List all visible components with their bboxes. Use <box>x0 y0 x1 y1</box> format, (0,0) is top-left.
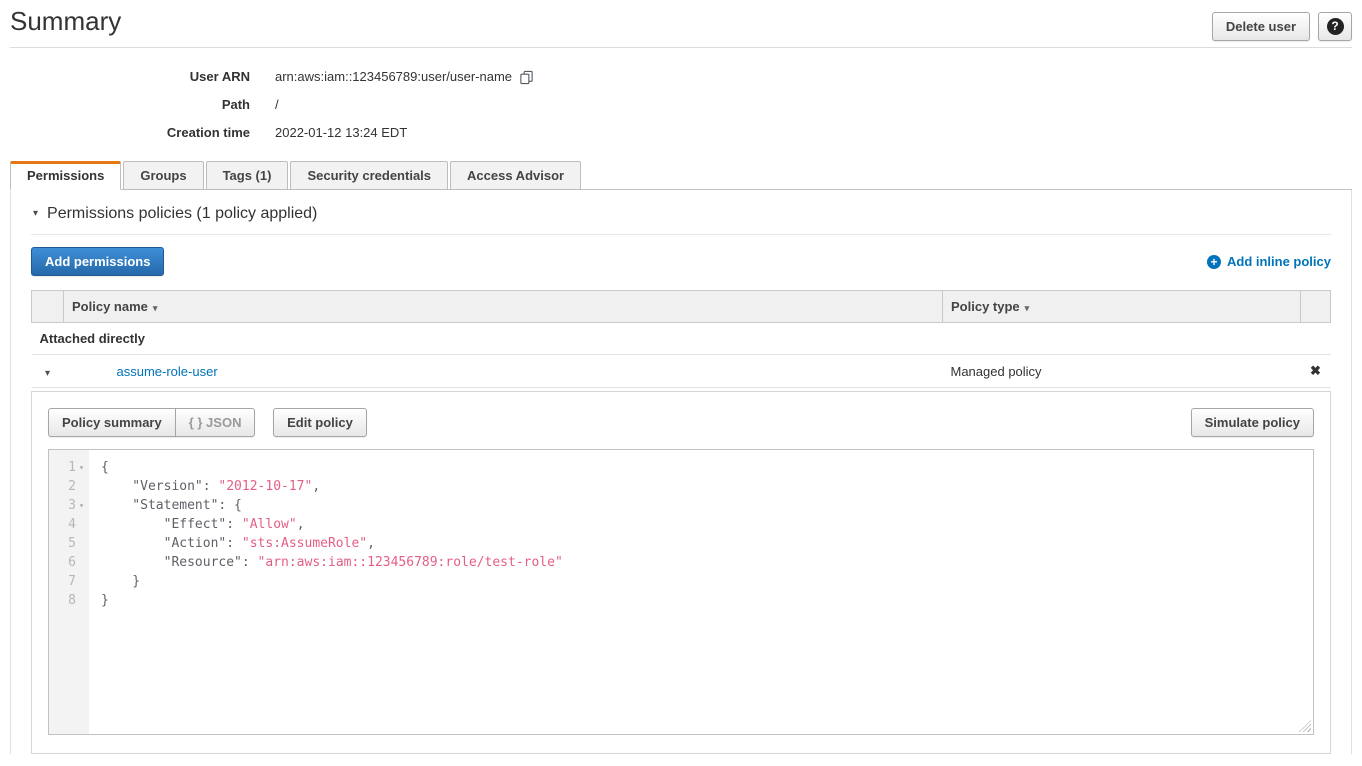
permissions-policies-heading: Permissions policies (1 policy applied) <box>47 205 317 223</box>
caret-down-icon: ▾ <box>45 368 50 379</box>
detail-row-user-arn: User ARN arn:aws:iam::123456789:user/use… <box>0 62 1362 90</box>
policy-table: Policy name▾ Policy type▾ Attached direc… <box>31 290 1331 388</box>
detail-row-path: Path / <box>0 90 1362 118</box>
policy-detail-toolbar: Policy summary { } JSON Edit policy Simu… <box>48 408 1314 437</box>
line-number: 3▾ <box>49 496 89 515</box>
policy-name-link[interactable]: assume-role-user <box>117 364 218 379</box>
row-expand-caret[interactable]: ▾ <box>32 355 64 388</box>
view-toggle-group: Policy summary { } JSON <box>48 408 255 437</box>
user-arn-label: User ARN <box>0 69 250 84</box>
page-title: Summary <box>10 6 121 37</box>
tab-access-advisor[interactable]: Access Advisor <box>450 161 581 190</box>
policy-name-column-header[interactable]: Policy name▾ <box>64 291 943 323</box>
add-inline-policy-link[interactable]: + Add inline policy <box>1207 254 1331 269</box>
path-value: / <box>275 97 279 112</box>
policy-type-column-header[interactable]: Policy type▾ <box>943 291 1301 323</box>
detach-policy-button[interactable]: ✖ <box>1301 355 1331 388</box>
editor-code-area[interactable]: { "Version": "2012-10-17", "Statement": … <box>89 450 1313 734</box>
section-collapse-caret-icon: ▾ <box>33 209 38 219</box>
copy-icon[interactable] <box>519 70 534 85</box>
editor-line-number-gutter: 1▾23▾45678 <box>49 450 89 734</box>
tab-permissions[interactable]: Permissions <box>10 161 121 190</box>
detail-row-creation-time: Creation time 2022-01-12 13:24 EDT <box>0 118 1362 146</box>
code-line: } <box>101 572 1313 591</box>
line-number: 6 <box>49 553 89 572</box>
policy-table-row: ▾ assume-role-user Managed policy ✖ <box>32 355 1331 388</box>
policy-detail-panel: Policy summary { } JSON Edit policy Simu… <box>31 391 1331 754</box>
add-inline-policy-label: Add inline policy <box>1227 254 1331 269</box>
simulate-policy-button[interactable]: Simulate policy <box>1191 408 1314 437</box>
policy-type-value: Managed policy <box>943 355 1301 388</box>
policy-table-header-row: Policy name▾ Policy type▾ <box>32 291 1331 323</box>
sort-caret-icon: ▾ <box>1025 303 1030 313</box>
line-number: 7 <box>49 572 89 591</box>
user-details: User ARN arn:aws:iam::123456789:user/use… <box>0 62 1362 146</box>
policy-actions-row: Add permissions + Add inline policy <box>31 247 1331 276</box>
code-line: "Effect": "Allow", <box>101 515 1313 534</box>
line-number: 2 <box>49 477 89 496</box>
user-arn-value: arn:aws:iam::123456789:user/user-name <box>275 69 512 84</box>
code-line: { <box>101 458 1313 477</box>
policy-summary-button[interactable]: Policy summary <box>48 408 176 437</box>
action-column-header <box>1301 291 1331 323</box>
delete-user-button[interactable]: Delete user <box>1212 12 1310 41</box>
creation-time-value: 2022-01-12 13:24 EDT <box>275 125 407 140</box>
line-number: 4 <box>49 515 89 534</box>
permissions-tab-panel: ▾ Permissions policies (1 policy applied… <box>10 190 1352 754</box>
help-icon: ? <box>1327 18 1344 35</box>
attached-directly-label: Attached directly <box>32 323 1331 355</box>
plus-icon: + <box>1207 255 1221 269</box>
fold-caret-icon[interactable]: ▾ <box>76 458 87 477</box>
json-policy-editor: 1▾23▾45678 { "Version": "2012-10-17", "S… <box>48 449 1314 735</box>
line-number: 1▾ <box>49 458 89 477</box>
sort-caret-icon: ▾ <box>153 303 158 313</box>
json-view-button[interactable]: { } JSON <box>175 408 256 437</box>
line-number: 5 <box>49 534 89 553</box>
permissions-policies-section-toggle[interactable]: ▾ Permissions policies (1 policy applied… <box>31 190 1331 235</box>
code-line: "Version": "2012-10-17", <box>101 477 1313 496</box>
code-line: "Statement": { <box>101 496 1313 515</box>
expand-column-header <box>32 291 64 323</box>
tab-groups[interactable]: Groups <box>123 161 203 190</box>
tab-security-credentials[interactable]: Security credentials <box>290 161 448 190</box>
edit-policy-button[interactable]: Edit policy <box>273 408 367 437</box>
tab-tags[interactable]: Tags (1) <box>206 161 289 190</box>
creation-time-label: Creation time <box>0 125 250 140</box>
fold-caret-icon[interactable]: ▾ <box>76 496 87 515</box>
help-button[interactable]: ? <box>1318 12 1352 41</box>
path-label: Path <box>0 97 250 112</box>
attached-directly-group-row: Attached directly <box>32 323 1331 355</box>
code-line: "Action": "sts:AssumeRole", <box>101 534 1313 553</box>
add-permissions-button[interactable]: Add permissions <box>31 247 164 276</box>
line-number: 8 <box>49 591 89 610</box>
tab-bar: Permissions Groups Tags (1) Security cre… <box>10 161 1352 190</box>
header-actions: Delete user ? <box>1212 12 1352 41</box>
code-line: } <box>101 591 1313 610</box>
code-line: "Resource": "arn:aws:iam::123456789:role… <box>101 553 1313 572</box>
page-header: Summary Delete user ? <box>10 0 1352 48</box>
